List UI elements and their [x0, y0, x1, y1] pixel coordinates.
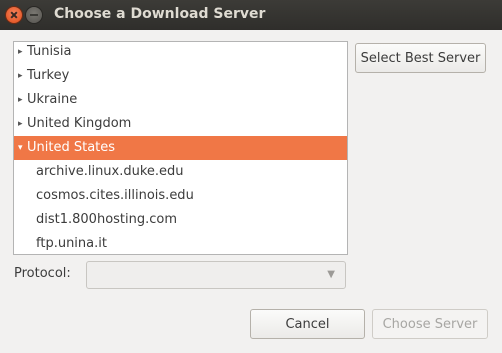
tree-row-server[interactable]: dist1.800hosting.com — [14, 208, 347, 232]
dropdown-arrow-icon: ▼ — [327, 269, 335, 280]
tree-row-server[interactable]: ftp.unina.it — [14, 232, 347, 254]
protocol-select[interactable]: ▼ — [86, 261, 346, 289]
title-bar: Choose a Download Server — [0, 0, 502, 30]
tree-row-country[interactable]: ▸ United Kingdom — [14, 112, 347, 136]
tree-row-server[interactable]: cosmos.cites.illinois.edu — [14, 184, 347, 208]
tree-row-country[interactable]: ▸ Turkey — [14, 64, 347, 88]
choose-server-button[interactable]: Choose Server — [372, 309, 488, 339]
tree-row-server[interactable]: archive.linux.duke.edu — [14, 160, 347, 184]
tree-row-label: United Kingdom — [27, 116, 132, 131]
tree-row-label: ftp.unina.it — [36, 236, 107, 251]
protocol-label: Protocol: — [14, 266, 71, 281]
download-server-dialog: Choose a Download Server ▸ Tunisia ▸ Tur… — [0, 0, 502, 353]
close-window-button[interactable] — [6, 7, 22, 23]
server-tree-list[interactable]: ▸ Tunisia ▸ Turkey ▸ Ukraine ▸ United Ki… — [13, 41, 348, 255]
tree-row-country[interactable]: ▸ Ukraine — [14, 88, 347, 112]
tree-row-country-selected[interactable]: ▾ United States — [14, 136, 347, 160]
tree-row-label: cosmos.cites.illinois.edu — [36, 188, 194, 203]
tree-row-label: Tunisia — [27, 44, 72, 59]
window-title: Choose a Download Server — [54, 6, 266, 22]
tree-row-label: archive.linux.duke.edu — [36, 164, 184, 179]
tree-row-label: Ukraine — [27, 92, 78, 107]
select-best-server-button[interactable]: Select Best Server — [355, 43, 486, 73]
minimize-window-button[interactable] — [26, 7, 42, 23]
tree-row-country[interactable]: ▸ Tunisia — [14, 42, 347, 64]
tree-row-label: United States — [27, 140, 116, 155]
tree-row-label: Turkey — [27, 68, 70, 83]
cancel-button[interactable]: Cancel — [250, 309, 365, 339]
tree-row-label: dist1.800hosting.com — [36, 212, 178, 227]
